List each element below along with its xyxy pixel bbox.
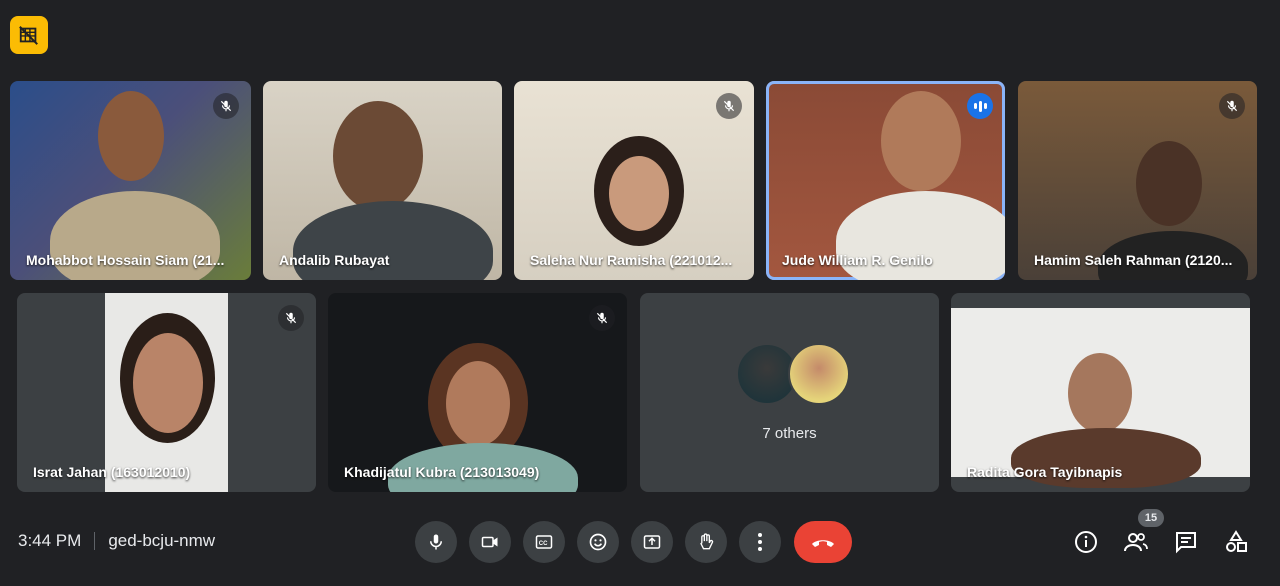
- svg-text:CC: CC: [539, 541, 548, 547]
- participant-tile-7[interactable]: Khadijatul Kubra (213013049): [328, 293, 627, 492]
- video-feed: [105, 293, 228, 492]
- chat-button[interactable]: [1170, 526, 1202, 558]
- chat-icon: [1176, 532, 1196, 554]
- speaking-indicator-icon: [967, 93, 993, 119]
- leave-call-button[interactable]: [794, 521, 852, 563]
- activities-button[interactable]: [1220, 526, 1252, 558]
- participant-name: Radita Gora Tayibnapis: [967, 464, 1123, 480]
- captions-icon: CC: [535, 535, 553, 549]
- meeting-code: ged-bcju-nmw: [108, 531, 216, 550]
- hand-raise-lowered-badge[interactable]: [10, 16, 48, 54]
- divider: [94, 532, 96, 550]
- participant-name: Mohabbot Hossain Siam (21...: [26, 252, 225, 268]
- participant-tile-3[interactable]: Saleha Nur Ramisha (221012...: [514, 81, 754, 280]
- meeting-info-button[interactable]: [1070, 526, 1102, 558]
- mic-off-icon: [278, 305, 304, 331]
- mic-off-icon: [716, 93, 742, 119]
- more-options-button[interactable]: [739, 521, 781, 563]
- info-icon: [1075, 531, 1097, 553]
- camera-icon: [481, 536, 498, 548]
- mic-off-icon: [1219, 93, 1245, 119]
- present-icon: [643, 535, 661, 549]
- meeting-time: 3:44 PM: [18, 531, 82, 550]
- present-screen-button[interactable]: [631, 521, 673, 563]
- others-count-label: 7 others: [762, 425, 817, 442]
- video-feed: [951, 308, 1250, 488]
- people-button[interactable]: [1120, 526, 1152, 558]
- video-feed: [881, 91, 961, 191]
- mic-off-icon: [589, 305, 615, 331]
- others-avatars: [736, 343, 850, 405]
- raise-hand-button[interactable]: [685, 521, 727, 563]
- participant-name: Khadijatul Kubra (213013049): [344, 464, 540, 480]
- video-feed-body: [293, 201, 493, 280]
- mic-off-icon: [213, 93, 239, 119]
- video-feed: [333, 101, 423, 211]
- activities-icon: [1226, 530, 1247, 552]
- participant-name: Jude William R. Genilo: [782, 252, 933, 268]
- participant-tile-5[interactable]: Hamim Saleh Rahman (2120...: [1018, 81, 1257, 280]
- emoji-icon: [589, 533, 607, 551]
- people-icon: [1124, 533, 1148, 552]
- hand-icon: [700, 533, 714, 550]
- video-feed-face: [609, 156, 669, 231]
- participant-tile-4-speaking[interactable]: Jude William R. Genilo: [766, 81, 1005, 280]
- avatar: [788, 343, 850, 405]
- people-count-badge: 15: [1138, 509, 1164, 527]
- phone-hangup-icon: [812, 540, 834, 547]
- camera-button[interactable]: [469, 521, 511, 563]
- no-video-grid-icon: [19, 26, 38, 45]
- video-feed-face: [446, 361, 510, 446]
- participant-tile-6[interactable]: Israt Jahan (163012010): [17, 293, 316, 492]
- participant-tile-1[interactable]: Mohabbot Hossain Siam (21...: [10, 81, 251, 280]
- more-vert-icon: [758, 533, 762, 551]
- captions-button[interactable]: CC: [523, 521, 565, 563]
- participant-tile-2[interactable]: Andalib Rubayat: [263, 81, 502, 280]
- meeting-details: 3:44 PM ged-bcju-nmw: [18, 531, 215, 551]
- video-feed: [98, 91, 164, 181]
- participant-name: Hamim Saleh Rahman (2120...: [1034, 252, 1233, 268]
- participant-name: Andalib Rubayat: [279, 252, 390, 268]
- participant-name: Saleha Nur Ramisha (221012...: [530, 252, 733, 268]
- participant-tile-9[interactable]: Radita Gora Tayibnapis: [951, 293, 1250, 492]
- participant-name: Israt Jahan (163012010): [33, 464, 191, 480]
- others-tile[interactable]: 7 others: [640, 293, 939, 492]
- video-feed: [1136, 141, 1202, 226]
- microphone-button[interactable]: [415, 521, 457, 563]
- microphone-icon: [430, 534, 442, 550]
- reactions-button[interactable]: [577, 521, 619, 563]
